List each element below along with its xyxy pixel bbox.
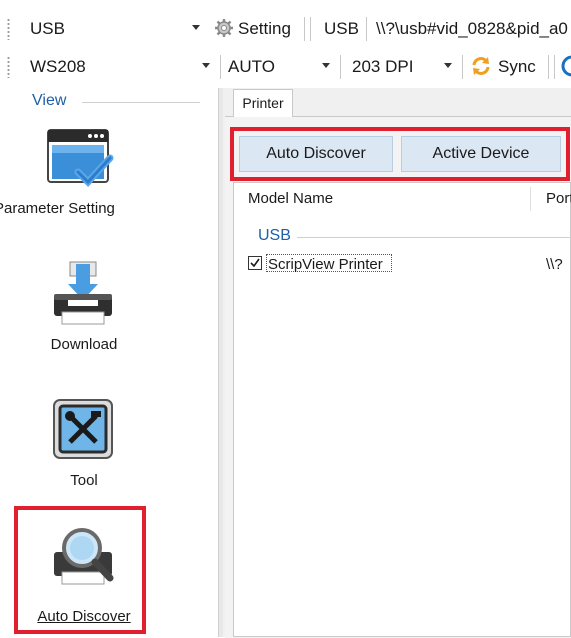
nav-tool[interactable]: Tool bbox=[14, 396, 154, 496]
auto-discover-highlight bbox=[14, 506, 146, 634]
mode-select[interactable]: AUTO bbox=[222, 48, 336, 85]
dpi-select-value: 203 DPI bbox=[352, 57, 414, 76]
interface-select[interactable]: USB bbox=[14, 10, 208, 47]
model-toolbar: WS208 AUTO 203 DPI Sync bbox=[0, 48, 571, 85]
setting-button[interactable]: Setting bbox=[214, 10, 298, 47]
chevron-down-icon bbox=[444, 63, 452, 68]
connection-toolbar: USB Setting USB \\?\usb#vid_0828&pid_a0 bbox=[0, 10, 571, 47]
toolbar-separator bbox=[554, 55, 555, 79]
device-row[interactable]: ScripView Printer \\? bbox=[234, 183, 571, 273]
gear-icon bbox=[215, 19, 233, 37]
nav-download-label: Download bbox=[50, 336, 118, 353]
toolbar-separator bbox=[304, 17, 305, 41]
model-select-value: WS208 bbox=[30, 57, 86, 76]
toolbar-separator bbox=[310, 17, 311, 41]
tools-icon bbox=[53, 399, 113, 459]
toolbar-separator bbox=[548, 55, 549, 79]
device-checkbox[interactable] bbox=[248, 256, 262, 270]
nav-parameter-setting[interactable]: Parameter Setting bbox=[0, 128, 158, 224]
toolbar-grip[interactable] bbox=[7, 18, 10, 40]
chevron-down-icon bbox=[202, 63, 210, 68]
printer-panel: Printer Auto Discover Active Device Mode… bbox=[223, 88, 571, 638]
chevron-down-icon bbox=[192, 25, 200, 30]
interface-select-value: USB bbox=[30, 19, 65, 38]
discover-buttons-highlight bbox=[230, 127, 570, 181]
column-divider[interactable] bbox=[530, 187, 531, 211]
checkmark-icon bbox=[250, 258, 260, 268]
toolbar-separator bbox=[220, 55, 221, 79]
toolbar-separator bbox=[462, 55, 463, 79]
download-printer-icon bbox=[54, 261, 112, 325]
dpi-select[interactable]: 203 DPI bbox=[344, 48, 460, 85]
port-type-label: USB bbox=[324, 19, 359, 38]
nav-tool-label: Tool bbox=[70, 472, 98, 489]
toolbar-grip[interactable] bbox=[7, 56, 10, 78]
model-select[interactable]: WS208 bbox=[14, 48, 216, 85]
device-path: \\?\usb#vid_0828&pid_a0 bbox=[376, 19, 568, 38]
column-header-model-name[interactable]: Model Name bbox=[248, 183, 333, 215]
sync-icon bbox=[472, 57, 490, 75]
toolbar-separator bbox=[366, 17, 367, 41]
device-port: \\? bbox=[546, 256, 563, 273]
device-list[interactable]: Model Name Port USB ScripView Printer \\… bbox=[233, 182, 571, 637]
mode-select-value: AUTO bbox=[228, 57, 275, 76]
tab-printer[interactable]: Printer bbox=[233, 89, 293, 117]
chevron-down-icon bbox=[322, 63, 330, 68]
sync-label: Sync bbox=[498, 57, 536, 76]
toolbar-separator bbox=[340, 55, 341, 79]
device-model-name: ScripView Printer bbox=[268, 256, 383, 273]
view-group-divider bbox=[82, 102, 200, 103]
group-header-usb: USB bbox=[258, 227, 291, 244]
view-group-title: View bbox=[32, 92, 67, 109]
nav-download[interactable]: Download bbox=[14, 260, 154, 360]
column-header-port[interactable]: Port bbox=[546, 183, 571, 215]
nav-parameter-setting-label: Parameter Setting bbox=[0, 200, 115, 217]
sync-button[interactable]: Sync bbox=[468, 48, 544, 85]
setting-label: Setting bbox=[238, 19, 291, 38]
info-icon[interactable] bbox=[561, 55, 571, 77]
parameter-window-icon bbox=[47, 129, 114, 188]
group-divider bbox=[297, 237, 571, 238]
